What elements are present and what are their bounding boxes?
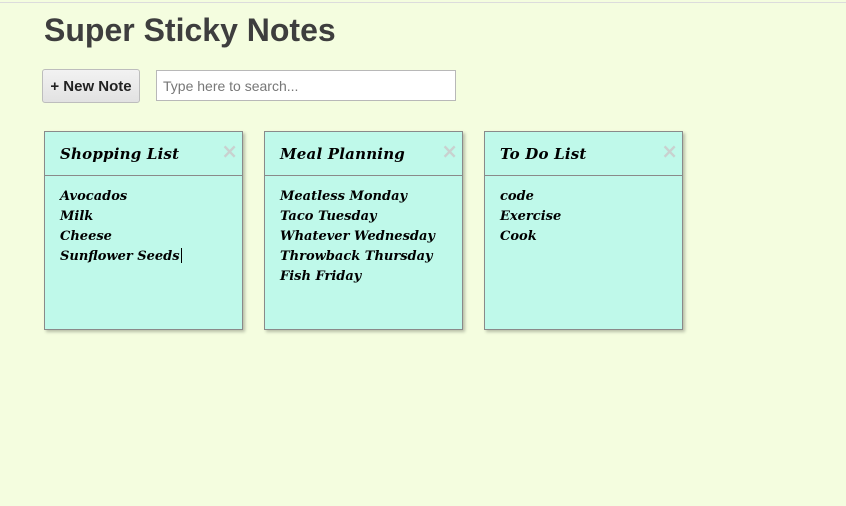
- note-line: Exercise: [500, 209, 562, 224]
- note-line: Fish Friday: [280, 269, 362, 284]
- close-icon[interactable]: ×: [221, 141, 238, 161]
- note-line: code: [500, 189, 534, 204]
- note-line-last: Sunflower Seeds: [60, 247, 230, 267]
- note-description-textarea[interactable]: code Exercise Cook: [500, 187, 670, 247]
- note-card-shopping-list[interactable]: Shopping List × Avocados Milk Cheese Sun…: [44, 131, 243, 330]
- note-title-input[interactable]: To Do List: [500, 145, 587, 163]
- note-title-input[interactable]: Meal Planning: [280, 145, 405, 163]
- note-card-meal-planning[interactable]: Meal Planning × Meatless Monday Taco Tue…: [264, 131, 463, 330]
- note-line: Whatever Wednesday: [280, 229, 435, 244]
- note-card-to-do-list[interactable]: To Do List × code Exercise Cook: [484, 131, 683, 330]
- note-line: Throwback Thursday: [280, 249, 433, 264]
- search-input[interactable]: [156, 70, 456, 101]
- note-line: Avocados: [60, 189, 128, 204]
- top-divider: [0, 2, 846, 3]
- note-header: Shopping List ×: [45, 132, 242, 176]
- note-line-text: Sunflower Seeds: [60, 249, 180, 264]
- note-description-textarea[interactable]: Avocados Milk Cheese Sunflower Seeds: [60, 187, 230, 267]
- new-note-button[interactable]: + New Note: [42, 69, 140, 103]
- note-title-input[interactable]: Shopping List: [60, 145, 179, 163]
- close-icon[interactable]: ×: [441, 141, 458, 161]
- note-header: Meal Planning ×: [265, 132, 462, 176]
- note-line: Meatless Monday: [280, 189, 408, 204]
- text-cursor: [180, 248, 182, 263]
- note-description-textarea[interactable]: Meatless Monday Taco Tuesday Whatever We…: [280, 187, 450, 287]
- close-icon[interactable]: ×: [661, 141, 678, 161]
- page-title: Super Sticky Notes: [44, 12, 336, 48]
- note-header: To Do List ×: [485, 132, 682, 176]
- note-line: Taco Tuesday: [280, 209, 377, 224]
- note-line: Cook: [500, 229, 537, 244]
- note-line: Milk: [60, 209, 94, 224]
- note-line: Cheese: [60, 229, 112, 244]
